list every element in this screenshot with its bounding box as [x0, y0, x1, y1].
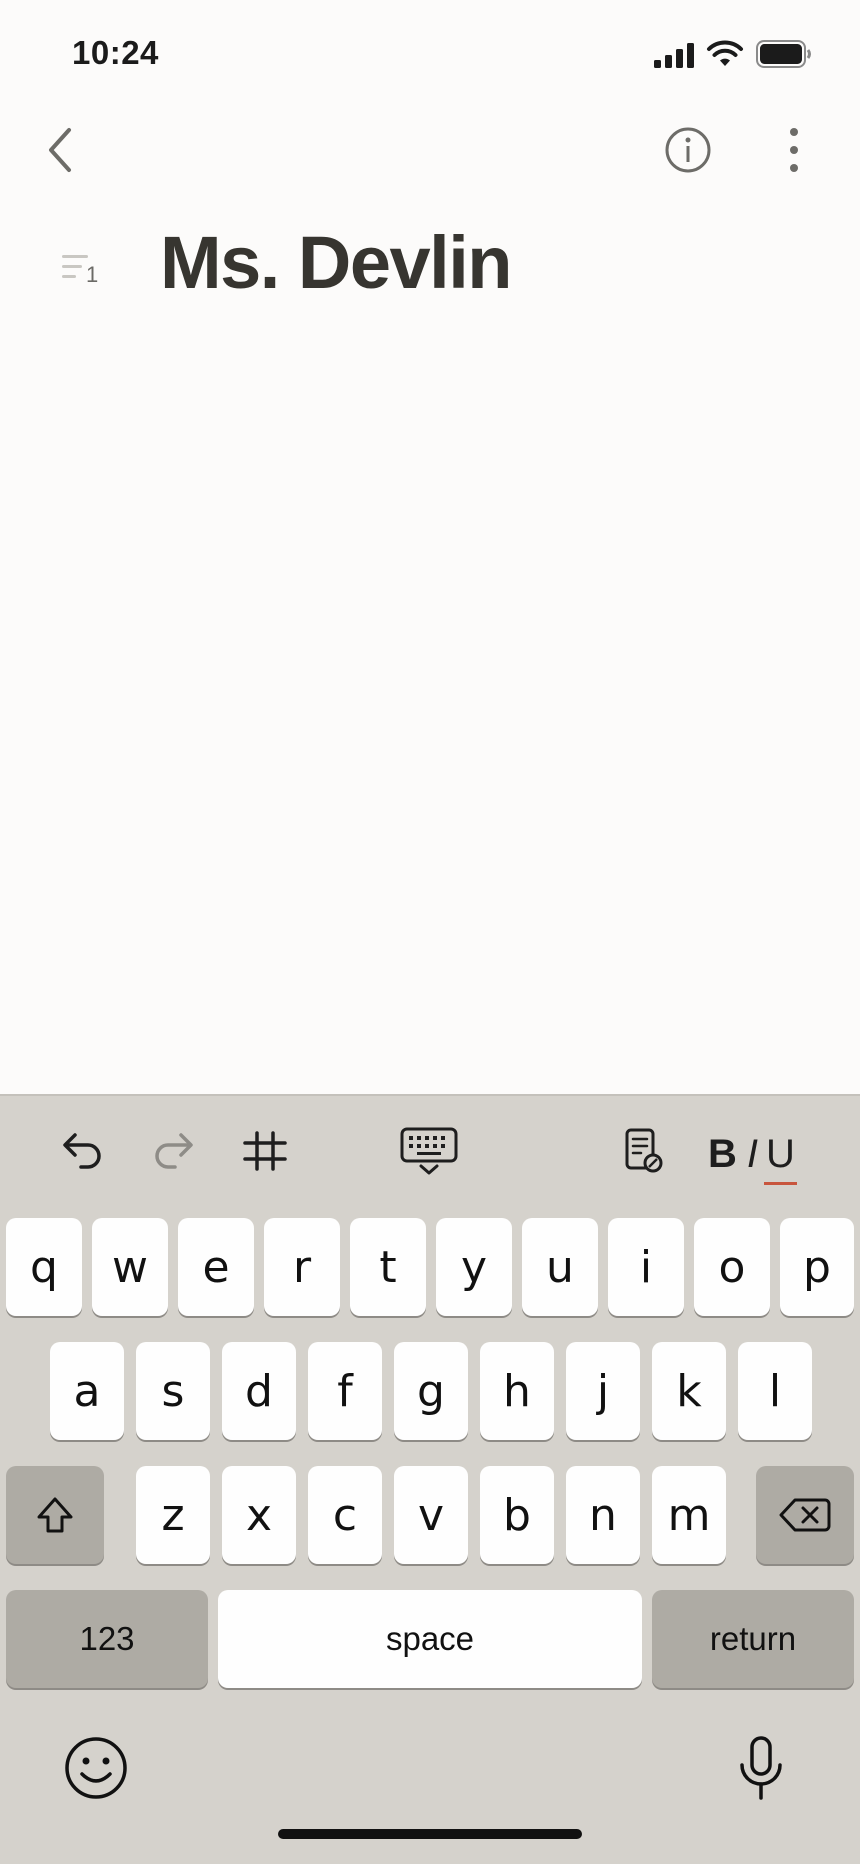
- key-z[interactable]: z: [136, 1466, 210, 1564]
- key-s[interactable]: s: [136, 1342, 210, 1440]
- italic-label: I: [746, 1131, 759, 1176]
- key-l[interactable]: l: [738, 1342, 812, 1440]
- key-m[interactable]: m: [652, 1466, 726, 1564]
- more-vertical-icon: [790, 128, 798, 172]
- key-t[interactable]: t: [350, 1218, 426, 1316]
- key-f[interactable]: f: [308, 1342, 382, 1440]
- shift-icon: [37, 1497, 73, 1533]
- battery-icon: [756, 40, 811, 68]
- redo-icon: [155, 1133, 193, 1169]
- bold-label: B: [708, 1131, 737, 1176]
- delete-key[interactable]: [756, 1466, 854, 1564]
- more-options-button[interactable]: [754, 110, 834, 190]
- microphone-icon: [740, 1736, 782, 1800]
- hashtag-button[interactable]: [230, 1116, 300, 1186]
- text-format-button[interactable]: B I U: [708, 1124, 797, 1185]
- return-key[interactable]: return: [652, 1590, 854, 1688]
- key-e[interactable]: e: [178, 1218, 254, 1316]
- info-icon: [665, 127, 711, 173]
- undo-button[interactable]: [48, 1116, 118, 1186]
- attach-file-button[interactable]: [608, 1116, 678, 1186]
- dictation-button[interactable]: [721, 1728, 801, 1808]
- status-time: 10:24: [72, 34, 159, 71]
- back-button[interactable]: [20, 110, 100, 190]
- key-n[interactable]: n: [566, 1466, 640, 1564]
- backspace-icon: [779, 1498, 831, 1532]
- key-x[interactable]: x: [222, 1466, 296, 1564]
- key-o[interactable]: o: [694, 1218, 770, 1316]
- status-bar: 10:24: [0, 0, 860, 100]
- toc-count: 1: [86, 262, 99, 287]
- undo-icon: [63, 1133, 101, 1169]
- key-v[interactable]: v: [394, 1466, 468, 1564]
- emoji-button[interactable]: [56, 1728, 136, 1808]
- key-w[interactable]: w: [92, 1218, 168, 1316]
- emoji-icon: [65, 1737, 127, 1799]
- shift-key[interactable]: [6, 1466, 104, 1564]
- redo-button[interactable]: [138, 1116, 208, 1186]
- key-h[interactable]: h: [480, 1342, 554, 1440]
- page-title[interactable]: Ms. Devlin: [160, 220, 513, 305]
- key-b[interactable]: b: [480, 1466, 554, 1564]
- key-d[interactable]: d: [222, 1342, 296, 1440]
- info-button[interactable]: [648, 110, 728, 190]
- editor-toolbar: B I U: [0, 1096, 860, 1206]
- keyboard-area: B I U q w e r t y u i o p a s d f g h j …: [0, 1094, 860, 1864]
- key-p[interactable]: p: [780, 1218, 854, 1316]
- key-i[interactable]: i: [608, 1218, 684, 1316]
- underline-label: U: [764, 1131, 797, 1185]
- wifi-icon: [707, 40, 743, 66]
- hide-keyboard-button[interactable]: [394, 1116, 464, 1186]
- space-key[interactable]: space: [218, 1590, 642, 1688]
- cellular-signal-icon: [654, 43, 694, 68]
- keyboard-dismiss-icon: [400, 1127, 458, 1175]
- home-indicator[interactable]: [278, 1829, 582, 1839]
- key-a[interactable]: a: [50, 1342, 124, 1440]
- table-of-contents-icon[interactable]: [60, 250, 110, 290]
- key-k[interactable]: k: [652, 1342, 726, 1440]
- chevron-left-icon: [49, 128, 71, 172]
- numbers-key[interactable]: 123: [6, 1590, 208, 1688]
- key-q[interactable]: q: [6, 1218, 82, 1316]
- nav-bar: [0, 110, 860, 190]
- key-y[interactable]: y: [436, 1218, 512, 1316]
- hashtag-icon: [243, 1131, 287, 1171]
- key-g[interactable]: g: [394, 1342, 468, 1440]
- key-c[interactable]: c: [308, 1466, 382, 1564]
- key-r[interactable]: r: [264, 1218, 340, 1316]
- key-u[interactable]: u: [522, 1218, 598, 1316]
- document-link-icon: [625, 1128, 663, 1173]
- key-j[interactable]: j: [566, 1342, 640, 1440]
